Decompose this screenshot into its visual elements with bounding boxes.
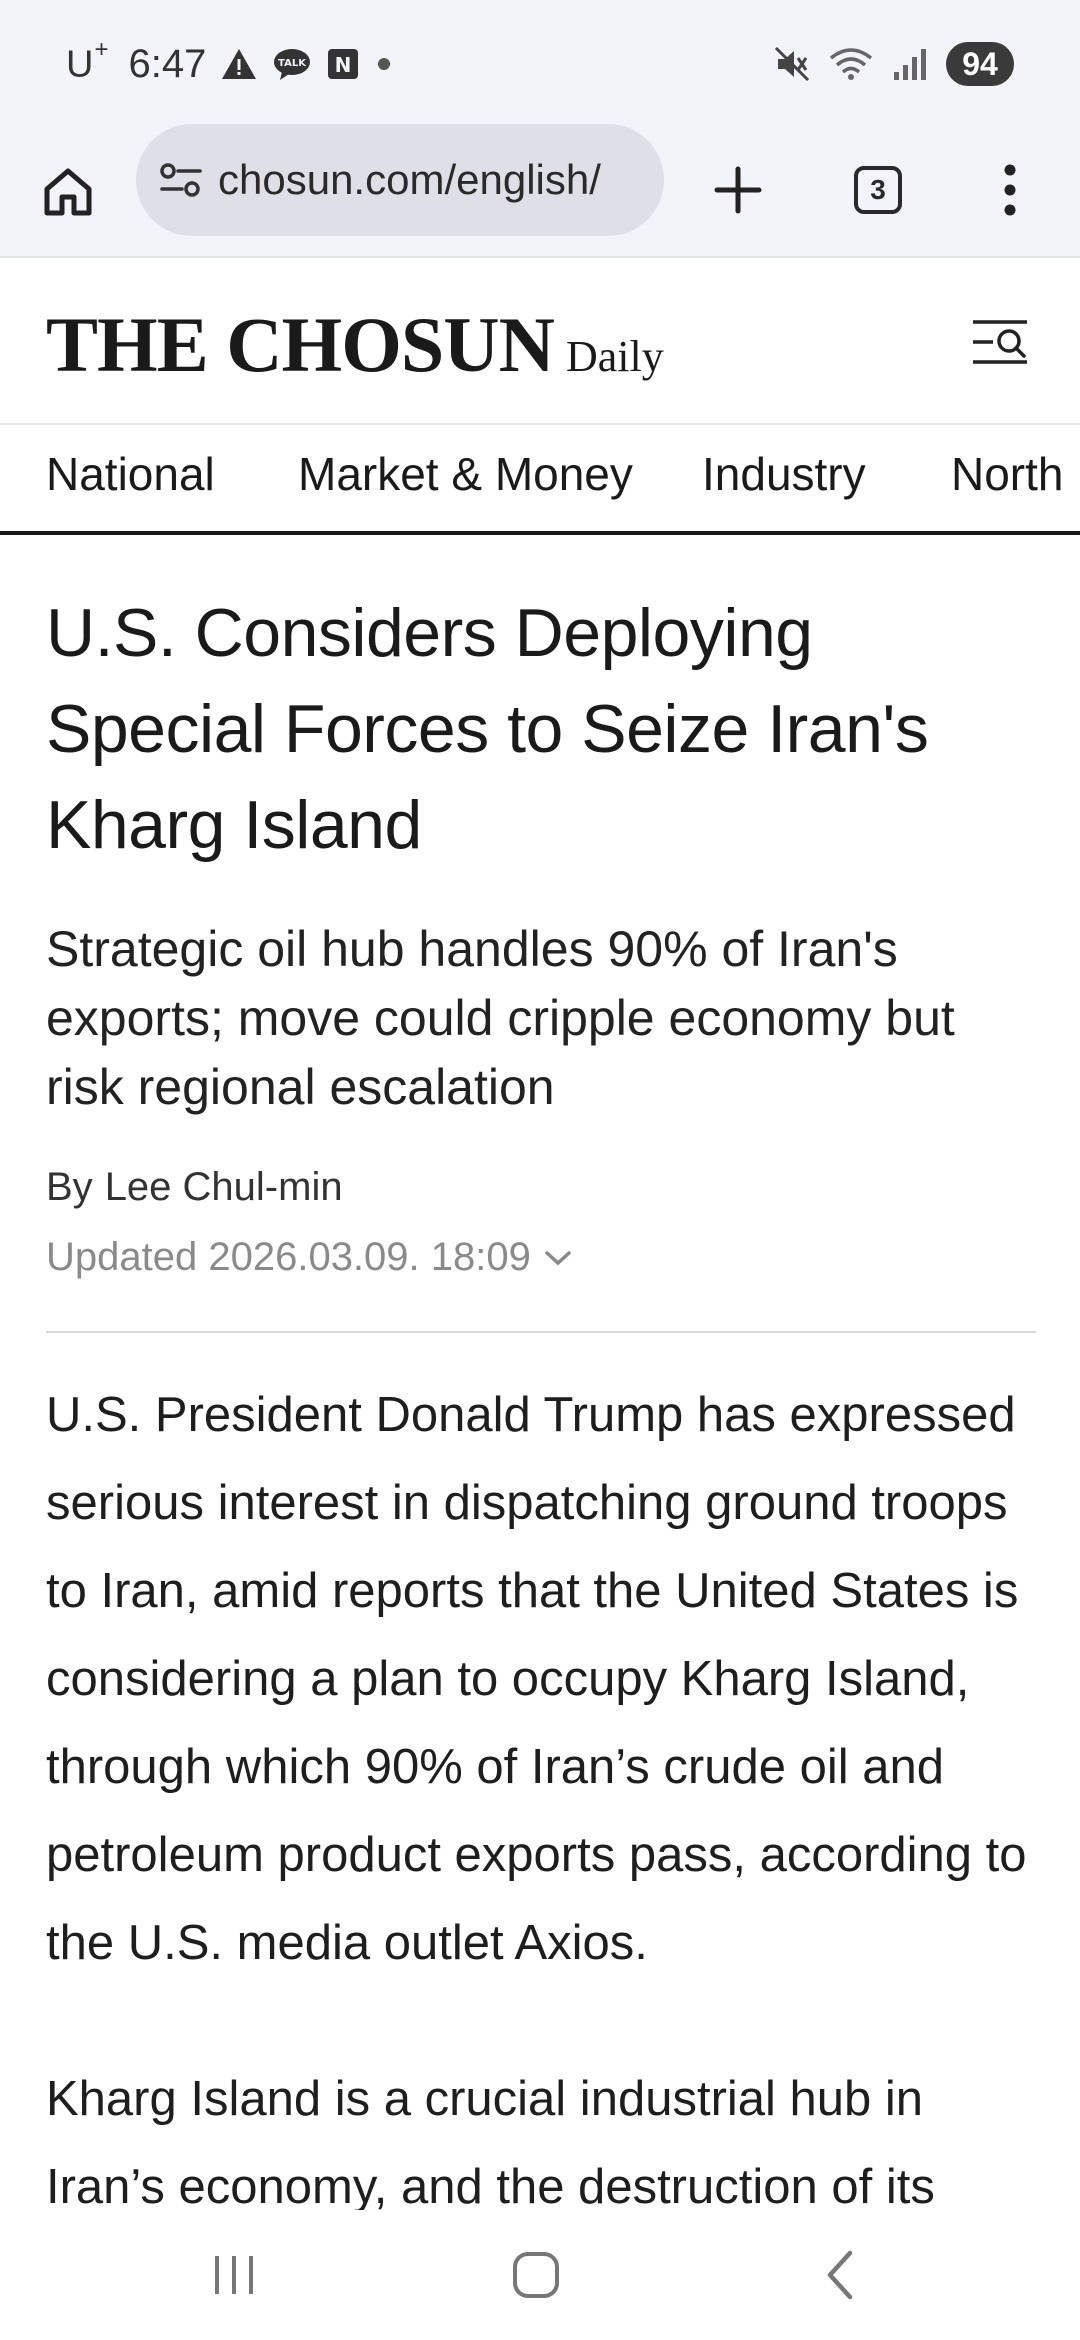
svg-text:TALK: TALK xyxy=(278,58,307,69)
mute-icon xyxy=(774,46,810,82)
dot-icon xyxy=(374,54,394,74)
clock: 6:47 xyxy=(128,41,207,86)
site-header: THE CHOSUN Daily xyxy=(0,260,1080,425)
recents-icon xyxy=(215,2256,253,2294)
url-text[interactable]: chosun.com/english/ xyxy=(218,156,601,204)
updated-text: Updated 2026.03.09. 18:09 xyxy=(46,1235,531,1279)
category-industry[interactable]: Industry xyxy=(702,447,866,501)
svg-text:N: N xyxy=(335,53,352,77)
status-left: U+ 6:47 TALK N xyxy=(66,36,394,90)
warning-icon xyxy=(220,47,258,81)
recents-button[interactable] xyxy=(194,2240,274,2310)
home-square-icon xyxy=(513,2252,559,2298)
tab-switcher-button[interactable]: 3 xyxy=(838,150,918,230)
author-name[interactable]: Lee Chul-min xyxy=(105,1165,343,1209)
logo-main: THE CHOSUN xyxy=(46,301,555,388)
article-paragraph: Kharg Island is a crucial industrial hub… xyxy=(46,2072,935,2214)
talk-icon: TALK xyxy=(272,47,312,81)
logo-sub: Daily xyxy=(565,332,664,381)
divider xyxy=(46,1331,1036,1333)
n-icon: N xyxy=(326,47,360,81)
tab-count: 3 xyxy=(854,166,902,214)
chevron-down-icon xyxy=(545,1250,571,1265)
article-paragraph: U.S. President Donald Trump has expresse… xyxy=(46,1388,1027,1970)
wifi-icon xyxy=(828,46,874,82)
status-bar: U+ 6:47 TALK N 94 xyxy=(0,0,1080,128)
carrier-text: U xyxy=(66,43,94,86)
category-nav: National Market & Money Industry North xyxy=(0,427,1080,535)
battery-level: 94 xyxy=(946,42,1014,86)
article-subhead: Strategic oil hub handles 90% of Iran's … xyxy=(46,921,955,1115)
search-menu-button[interactable] xyxy=(962,304,1038,380)
system-home-button[interactable] xyxy=(496,2240,576,2310)
back-button[interactable] xyxy=(800,2240,880,2310)
category-national[interactable]: National xyxy=(46,447,215,501)
menu-search-icon xyxy=(973,320,1027,364)
plus-icon xyxy=(714,166,762,214)
status-right: 94 xyxy=(774,38,1014,90)
signal-icon xyxy=(892,46,928,82)
more-vertical-icon xyxy=(1004,164,1016,216)
site-settings-icon[interactable] xyxy=(158,160,204,200)
category-north[interactable]: North xyxy=(951,447,1063,501)
carrier-label: U+ xyxy=(66,36,108,87)
updated-timestamp[interactable]: Updated 2026.03.09. 18:09 xyxy=(46,1235,573,1280)
phone-screen: U+ 6:47 TALK N 94 chosun.com/english/ 3 … xyxy=(0,0,1080,2340)
byline: By Lee Chul-min xyxy=(46,1165,343,1210)
category-market-money[interactable]: Market & Money xyxy=(298,447,633,501)
browser-menu-button[interactable] xyxy=(970,150,1050,230)
back-icon xyxy=(827,2250,853,2300)
new-tab-button[interactable] xyxy=(698,150,778,230)
byline-prefix: By xyxy=(46,1165,93,1209)
address-bar[interactable]: chosun.com/english/ xyxy=(136,124,664,236)
article-headline: U.S. Considers Deploying Special Forces … xyxy=(46,595,929,863)
site-logo[interactable]: THE CHOSUN Daily xyxy=(46,300,664,390)
carrier-sup: + xyxy=(94,35,109,63)
home-button[interactable] xyxy=(28,152,108,232)
home-icon xyxy=(44,168,92,216)
system-nav-bar xyxy=(0,2210,1080,2340)
browser-toolbar: chosun.com/english/ 3 xyxy=(0,124,1080,258)
